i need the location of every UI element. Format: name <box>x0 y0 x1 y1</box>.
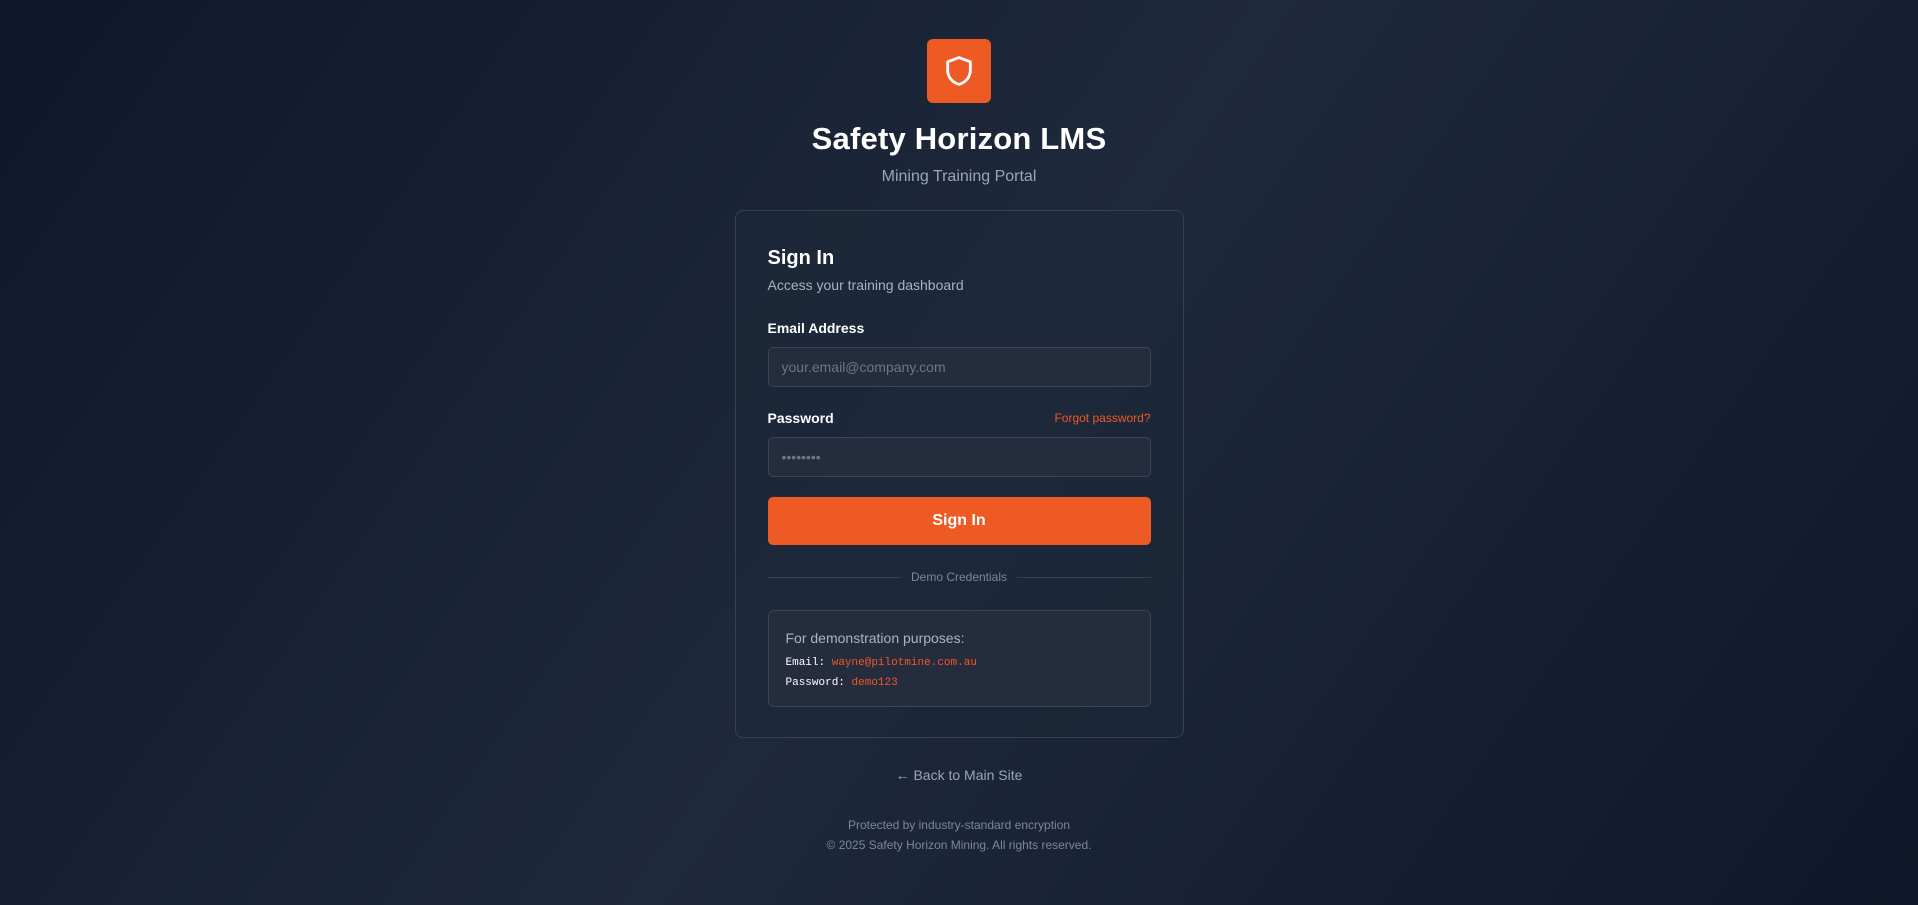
demo-password-value: demo123 <box>851 677 898 689</box>
demo-credentials-box: For demonstration purposes: Email: wayne… <box>767 610 1151 707</box>
divider-line-left <box>767 576 901 578</box>
demo-password-line: Password: demo123 <box>786 676 1133 690</box>
password-label-row: Password Forgot password? <box>768 409 1151 427</box>
divider-line-right <box>1017 576 1151 578</box>
demo-email-value: wayne@pilotmine.com.au <box>831 657 977 669</box>
demo-divider: Demo Credentials <box>767 569 1151 585</box>
app-title: Safety Horizon LMS <box>811 121 1107 156</box>
login-page: Safety Horizon LMS Mining Training Porta… <box>0 0 1918 905</box>
password-field[interactable] <box>767 437 1151 477</box>
demo-email-line: Email: wayne@pilotmine.com.au <box>786 656 1133 670</box>
shield-icon <box>946 56 972 86</box>
email-label: Email Address <box>767 320 865 336</box>
email-field[interactable] <box>767 347 1151 387</box>
demo-intro: For demonstration purposes: <box>785 630 965 646</box>
app-subtitle: Mining Training Portal <box>881 168 1037 185</box>
app-logo <box>927 39 991 103</box>
demo-email-label: Email: <box>785 657 826 669</box>
signin-button[interactable]: Sign In <box>767 497 1151 545</box>
security-note: Protected by industry-standard encryptio… <box>847 818 1071 832</box>
back-to-main-site-link[interactable]: ← Back to Main Site <box>896 766 1023 784</box>
signin-card: Sign In Access your training dashboard E… <box>734 210 1184 738</box>
divider-label: Demo Credentials <box>910 570 1008 584</box>
password-label: Password <box>767 410 834 426</box>
demo-password-label: Password: <box>785 677 845 689</box>
signin-subtitle: Access your training dashboard <box>767 277 964 293</box>
forgot-password-link[interactable]: Forgot password? <box>1054 411 1150 425</box>
signin-title: Sign In <box>767 247 835 269</box>
copyright: © 2025 Safety Horizon Mining. All rights… <box>826 838 1092 852</box>
